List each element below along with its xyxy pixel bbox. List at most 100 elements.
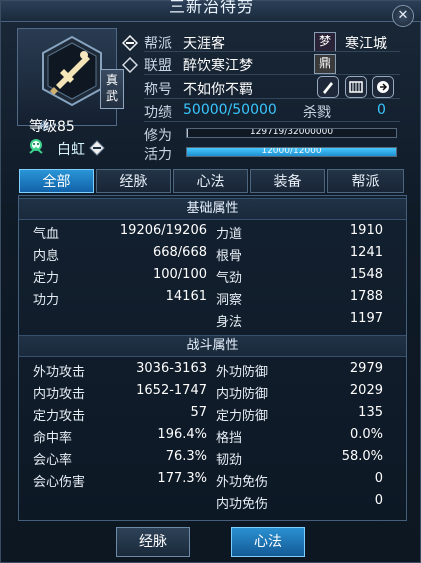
attribute-row: 会心伤害 177.3% 外功免伤 0: [19, 471, 406, 491]
attribute-value: 1652-1747: [136, 383, 207, 398]
cultivation-label: 修为: [144, 128, 172, 144]
alliance-value: 醉饮寒江梦: [183, 58, 253, 74]
attribute-value: 1548: [349, 267, 383, 282]
attribute-value: 0.0%: [349, 427, 383, 442]
faction-value: 天涯客: [183, 36, 225, 52]
attribute-value: 57: [190, 405, 207, 420]
attribute-label: 内功攻击: [33, 387, 86, 402]
dream-tag: 梦: [314, 32, 336, 52]
attribute-label: 命中率: [33, 431, 73, 446]
attribute-value: 100/100: [152, 267, 207, 282]
attribute-row: 会心率 76.3% 韧劲 58.0%: [19, 449, 406, 469]
character-info-window: 三新治待劳 ✕ 真武 ❄ 等级85 白虹 帮派 天涯客 梦 寒江城 联盟 醉饮寒…: [0, 0, 421, 563]
title-bar: 三新治待劳: [1, 0, 421, 22]
attribute-label: 内息: [33, 249, 60, 264]
attribute-label: 气血: [33, 227, 60, 242]
attribute-row: 气血 19206/19206 力道 1910: [19, 223, 406, 243]
attribute-label: 力道: [216, 227, 243, 242]
cultivation-bar: 129719/32000000: [186, 128, 397, 138]
attribute-label: 定力防御: [216, 409, 269, 424]
kill-label: 杀戮: [303, 105, 331, 121]
faction-label: 帮派: [144, 36, 172, 52]
tab-equipment[interactable]: 装备: [250, 169, 325, 193]
attribute-value: 0: [374, 493, 383, 508]
attribute-label: 格挡: [216, 431, 243, 446]
share-icon[interactable]: [372, 76, 394, 98]
attribute-row: 功力 14161 洞察 1788: [19, 289, 406, 309]
alliance-icon: [122, 57, 138, 73]
attribute-row: 外功攻击 3036-3163 外功防御 2979: [19, 361, 406, 381]
tab-faction[interactable]: 帮派: [327, 169, 404, 193]
mark-icon: [29, 139, 43, 154]
school-badge: 真武: [100, 69, 124, 109]
attribute-row: 内功免伤 0: [19, 493, 406, 513]
title-value: 不如你不羁: [183, 82, 253, 98]
alliance-label: 联盟: [144, 58, 172, 74]
kill-value: 0: [377, 102, 386, 118]
merit-value: 50000/50000: [183, 102, 277, 118]
vitality-value: 12000/12000: [261, 147, 322, 156]
attribute-value: 14161: [165, 289, 207, 304]
faction-icon: [122, 35, 138, 51]
tab-all[interactable]: 全部: [19, 169, 94, 193]
attribute-label: 身法: [216, 315, 243, 330]
attribute-label: 外功攻击: [33, 365, 86, 380]
attribute-label: 外功免伤: [216, 475, 269, 490]
attribute-label: 内功免伤: [216, 497, 269, 512]
attribute-row: 定力攻击 57 定力防御 135: [19, 405, 406, 425]
attribute-value: 19206/19206: [119, 223, 207, 238]
attribute-value: 76.3%: [165, 449, 207, 464]
merit-label: 功绩: [144, 105, 172, 121]
attribute-row: 内息 668/668 根骨 1241: [19, 245, 406, 265]
cultivation-value: 129719/32000000: [249, 128, 334, 137]
sword-hexagon-icon: [42, 35, 102, 107]
attribute-value: 3036-3163: [136, 361, 207, 376]
attribute-label: 会心伤害: [33, 475, 86, 490]
attribute-label: 外功防御: [216, 365, 269, 380]
attribute-label: 会心率: [33, 453, 73, 468]
attribute-row: 身法 1197: [19, 311, 406, 331]
attribute-label: 功力: [33, 293, 60, 308]
divider: [144, 74, 400, 75]
attribute-label: 韧劲: [216, 453, 243, 468]
attribute-label: 气劲: [216, 271, 243, 286]
attribute-value: 1241: [349, 245, 383, 260]
attribute-value: 1788: [349, 289, 383, 304]
battle-attributes-header: 战斗属性: [19, 335, 406, 357]
attribute-value: 177.3%: [157, 471, 207, 486]
tab-bar: 全部 经脉 心法 装备 帮派: [19, 169, 404, 195]
attribute-value: 196.4%: [157, 427, 207, 442]
meridian-button[interactable]: 经脉: [116, 527, 190, 557]
attribute-value: 668/668: [152, 245, 207, 260]
attribute-value: 2979: [349, 361, 383, 376]
tab-mind-art[interactable]: 心法: [173, 169, 248, 193]
close-icon[interactable]: ✕: [392, 5, 414, 27]
divider: [144, 51, 400, 52]
attribute-label: 定力: [33, 271, 60, 286]
diamond-arrow-icon: [89, 140, 105, 156]
mark-name: 白虹: [57, 142, 85, 158]
mind-art-button[interactable]: 心法: [231, 527, 305, 557]
attribute-value: 1197: [349, 311, 383, 326]
attribute-value: 2029: [349, 383, 383, 398]
list-icon[interactable]: [345, 76, 367, 98]
attribute-row: 命中率 196.4% 格挡 0.0%: [19, 427, 406, 447]
attribute-row: 内功攻击 1652-1747 内功防御 2029: [19, 383, 406, 403]
attribute-value: 0: [374, 471, 383, 486]
level-label: 等级85: [29, 119, 75, 135]
attribute-label: 定力攻击: [33, 409, 86, 424]
attribute-label: 根骨: [216, 249, 243, 264]
divider: [144, 121, 400, 122]
vitality-bar: 12000/12000: [186, 147, 397, 157]
faction-city: 寒江城: [345, 36, 387, 52]
tab-meridian[interactable]: 经脉: [96, 169, 171, 193]
vitality-label: 活力: [144, 147, 172, 163]
title-label: 称号: [144, 82, 172, 98]
attribute-value: 135: [358, 405, 383, 420]
attribute-row: 定力 100/100 气劲 1548: [19, 267, 406, 287]
avatar: 真武 ❄: [17, 28, 124, 135]
window-title: 三新治待劳: [168, 0, 254, 16]
divider: [144, 98, 400, 99]
pencil-icon[interactable]: [317, 76, 339, 98]
attribute-label: 洞察: [216, 293, 243, 308]
